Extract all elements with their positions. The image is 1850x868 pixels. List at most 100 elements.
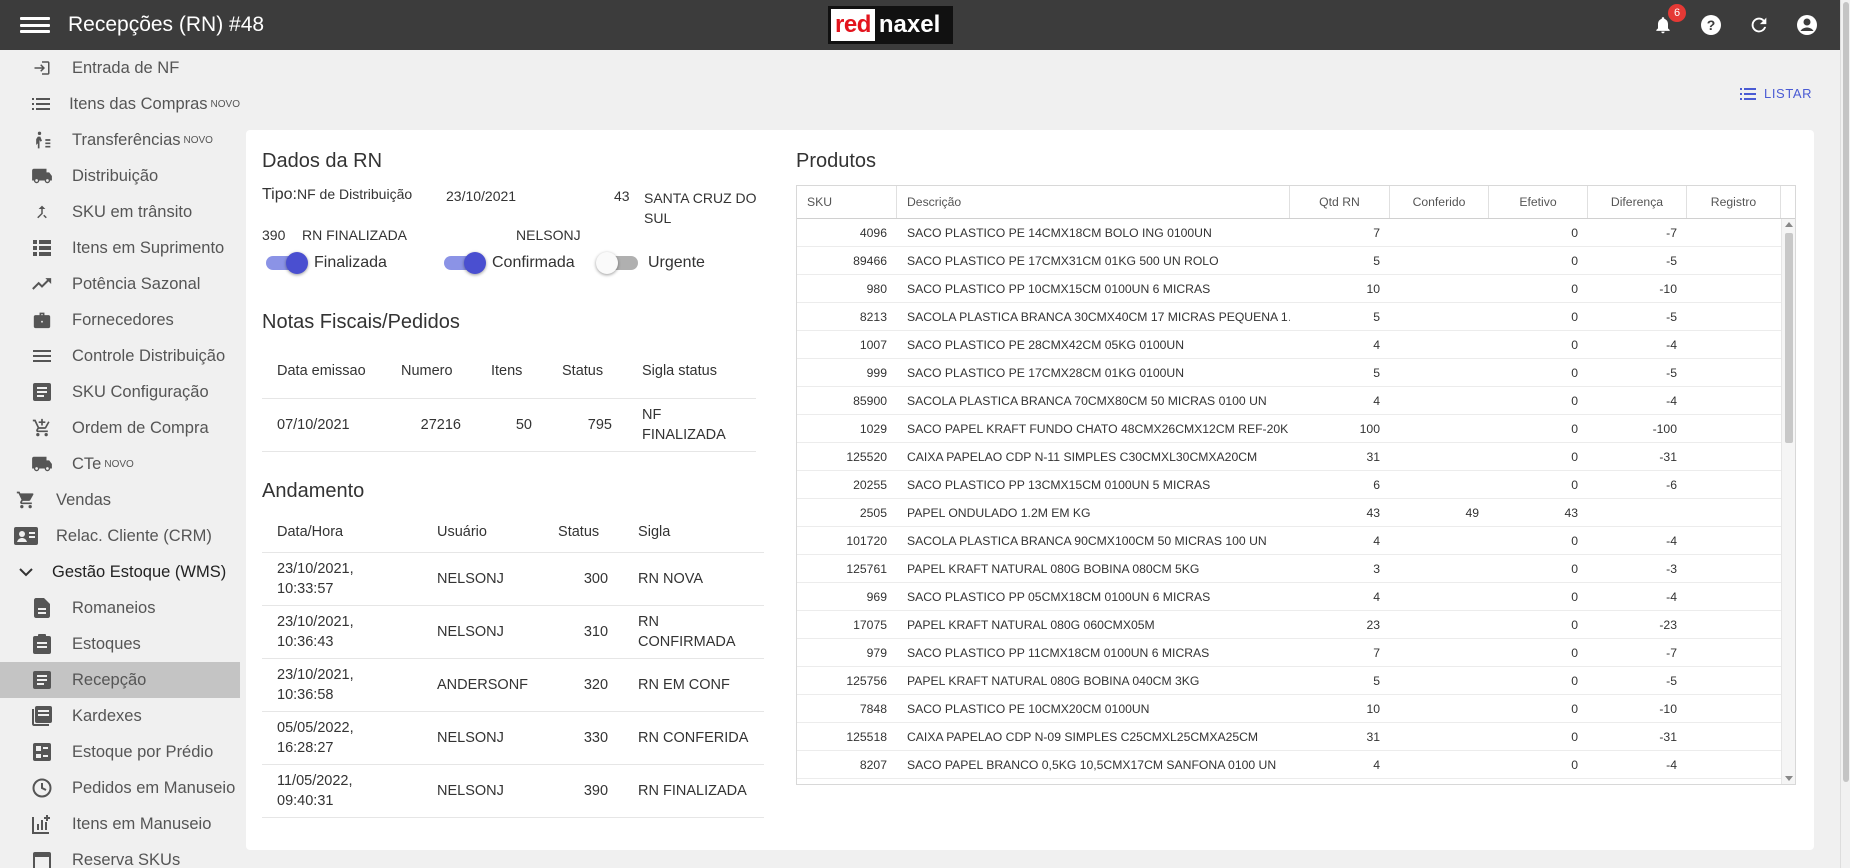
table-row[interactable]: 125520 CAIXA PAPELAO CDP N-11 SIMPLES C30… (797, 443, 1795, 471)
confirmada-toggle[interactable]: Confirmada (444, 252, 575, 274)
grid-scrollbar[interactable] (1781, 219, 1795, 784)
refresh-icon[interactable] (1746, 12, 1772, 38)
listar-button[interactable]: LISTAR (1740, 86, 1812, 101)
sidebar-item-cte[interactable]: CTe NOVO (0, 446, 240, 482)
conferido-cell (1390, 443, 1489, 470)
sidebar-item-distribui-o[interactable]: Distribuição (0, 158, 240, 194)
qtd-rn-cell: 43 (1366, 505, 1380, 520)
notifications-bell-icon[interactable]: 6 (1650, 4, 1686, 38)
scroll-down-icon[interactable] (1785, 776, 1793, 781)
sidebar-item-gest-o-estoque-wms[interactable]: Gestão Estoque (WMS) (0, 554, 240, 590)
sidebar-item-romaneios[interactable]: Romaneios (0, 590, 240, 626)
table-row[interactable]: 980 SACO PLASTICO PP 10CMX15CM 0100UN 6 M… (797, 275, 1795, 303)
table-row[interactable]: 4096 SACO PLASTICO PE 14CMX18CM BOLO ING … (797, 219, 1795, 247)
sidebar-item-relac-cliente-crm[interactable]: Relac. Cliente (CRM) (0, 518, 240, 554)
sidebar-item-transfer-ncias[interactable]: Transferências NOVO (0, 122, 240, 158)
table-row[interactable]: 7848 SACO PLASTICO PE 10CMX20CM 0100UN 10 0… (797, 695, 1795, 723)
col-qtd-rn[interactable]: Qtd RN (1290, 186, 1390, 218)
col-conferido[interactable]: Conferido (1390, 186, 1489, 218)
sidebar-item-sku-configura-o[interactable]: SKU Configuração (0, 374, 240, 410)
table-row[interactable]: 07/10/2021 27216 50 795 NF FINALIZADA (262, 398, 756, 452)
diferenca-cell: -5 (1666, 673, 1677, 688)
scroll-up-icon[interactable] (1785, 222, 1793, 227)
conferido-cell (1390, 331, 1489, 358)
table-row[interactable]: 969 SACO PLASTICO PP 05CMX18CM 0100UN 6 M… (797, 583, 1795, 611)
qtd-rn-cell: 5 (1373, 309, 1380, 324)
sidebar-item-entrada-de-nf[interactable]: Entrada de NF (0, 50, 240, 86)
table-row[interactable]: 17075 PAPEL KRAFT NATURAL 080G 060CMX05M 2… (797, 611, 1795, 639)
table-row[interactable]: 1007 SACO PLASTICO PE 28CMX42CM 05KG 0100… (797, 331, 1795, 359)
efetivo-cell: 0 (1571, 645, 1578, 660)
produtos-grid: SKU Descrição Qtd RN Conferido Efetivo D… (796, 185, 1796, 785)
sidebar-item-ordem-de-compra[interactable]: Ordem de Compra (0, 410, 240, 446)
efetivo-cell: 0 (1571, 365, 1578, 380)
sidebar-item-sku-em-tr-nsito[interactable]: SKU em trânsito (0, 194, 240, 230)
qtd-rn-cell: 7 (1373, 645, 1380, 660)
sidebar-item-vendas[interactable]: Vendas (0, 482, 240, 518)
table-row[interactable]: 979 SACO PLASTICO PP 11CMX18CM 0100UN 6 M… (797, 639, 1795, 667)
table-row[interactable]: 11/05/2022, 09:40:31 NELSONJ 390 RN FINALIZ… (262, 764, 764, 818)
table-row[interactable]: 125518 CAIXA PAPELAO CDP N-09 SIMPLES C25… (797, 723, 1795, 751)
sidebar-item-fornecedores[interactable]: Fornecedores (0, 302, 240, 338)
table-row[interactable]: 89466 SACO PLASTICO PE 17CMX31CM 01KG 500… (797, 247, 1795, 275)
diferenca-cell: -4 (1666, 393, 1677, 408)
registro-cell (1687, 723, 1781, 750)
table-row[interactable]: 85900 SACOLA PLASTICA BRANCA 70CMX80CM 50… (797, 387, 1795, 415)
andamento-data-hora: 05/05/2022, 16:28:27 (262, 711, 422, 765)
urgente-toggle[interactable]: Urgente (596, 252, 705, 274)
table-row[interactable]: 23/10/2021, 10:33:57 NELSONJ 300 RN NOVA (262, 552, 764, 606)
andamento-sigla: RN CONFERIDA (623, 711, 764, 765)
diferenca-cell: -4 (1666, 757, 1677, 772)
logo-red-text: red (831, 9, 875, 41)
help-icon[interactable]: ? (1698, 12, 1724, 38)
scroll-thumb[interactable] (1785, 233, 1793, 443)
page-scrollbar[interactable] (1840, 0, 1850, 868)
table-row[interactable]: 125761 PAPEL KRAFT NATURAL 080G BOBINA 08… (797, 555, 1795, 583)
lines-icon (30, 346, 54, 366)
table-row[interactable]: 8207 SACO PAPEL BRANCO 0,5KG 10,5CMX17CM … (797, 751, 1795, 779)
sidebar-item-itens-em-suprimento[interactable]: Itens em Suprimento (0, 230, 240, 266)
sidebar-item-reserva-skus[interactable]: Reserva SKUs (0, 842, 240, 868)
table-row[interactable]: 101720 SACOLA PLASTICA BRANCA 90CMX100CM … (797, 527, 1795, 555)
sidebar-item-pot-ncia-sazonal[interactable]: Potência Sazonal (0, 266, 240, 302)
grid-body: 4096 SACO PLASTICO PE 14CMX18CM BOLO ING … (797, 219, 1795, 779)
tipo-value: NF de Distribuição (296, 186, 413, 202)
sidebar-item-pedidos-em-manuseio[interactable]: Pedidos em Manuseio (0, 770, 240, 806)
diferenca-cell: -31 (1659, 449, 1677, 464)
sidebar-item-recep-o[interactable]: Recepção (0, 662, 240, 698)
sidebar-item-kardexes[interactable]: Kardexes (0, 698, 240, 734)
table-row[interactable]: 999 SACO PLASTICO PE 17CMX28CM 01KG 0100U… (797, 359, 1795, 387)
diferenca-cell: -4 (1666, 533, 1677, 548)
descricao-cell: SACO PLASTICO PP 13CMX15CM 0100UN 5 MICR… (907, 477, 1211, 492)
table-row[interactable]: 2505 PAPEL ONDULADO 1.2M EM KG 43 49 43 (797, 499, 1795, 527)
sidebar-item-controle-distribui-o[interactable]: Controle Distribuição (0, 338, 240, 374)
table-row[interactable]: 23/10/2021, 10:36:58 ANDERSONF 320 RN EM CO… (262, 658, 764, 712)
menu-icon[interactable] (20, 14, 50, 36)
sidebar-item-itens-das-compras[interactable]: Itens das Compras NOVO (0, 86, 240, 122)
sidebar-item-label: CTe (72, 454, 102, 473)
andamento-sigla: RN FINALIZADA (623, 764, 764, 818)
col-diferenca[interactable]: Diferença (1588, 186, 1687, 218)
table-row[interactable]: 20255 SACO PLASTICO PP 13CMX15CM 0100UN 5… (797, 471, 1795, 499)
confirmada-switch[interactable] (444, 252, 486, 274)
andamento-title: Andamento (262, 480, 365, 502)
andamento-table: Data/Hora Usuário Status Sigla 23/10/202… (262, 512, 764, 818)
table-row[interactable]: 125756 PAPEL KRAFT NATURAL 080G BOBINA 04… (797, 667, 1795, 695)
sidebar-item-estoques[interactable]: Estoques (0, 626, 240, 662)
table-row[interactable]: 23/10/2021, 10:36:43 NELSONJ 310 RN CONFIRM… (262, 605, 764, 659)
col-efetivo[interactable]: Efetivo (1489, 186, 1588, 218)
sidebar-item-estoque-por-pr-dio[interactable]: Estoque por Prédio (0, 734, 240, 770)
col-sku[interactable]: SKU (797, 186, 897, 218)
table-row[interactable]: 8213 SACOLA PLASTICA BRANCA 30CMX40CM 17 … (797, 303, 1795, 331)
account-icon[interactable] (1794, 12, 1820, 38)
table-row[interactable]: 1029 SACO PAPEL KRAFT FUNDO CHATO 48CMX26… (797, 415, 1795, 443)
sidebar-item-itens-em-manuseio[interactable]: Itens em Manuseio (0, 806, 240, 842)
urgente-switch[interactable] (596, 252, 638, 274)
rn-user: NELSONJ (516, 227, 581, 243)
finalizada-switch[interactable] (266, 252, 308, 274)
col-registro[interactable]: Registro (1687, 186, 1781, 218)
table-row[interactable]: 05/05/2022, 16:28:27 NELSONJ 330 RN CONFERI… (262, 711, 764, 765)
sidebar-item-label: SKU em trânsito (72, 202, 193, 221)
finalizada-toggle[interactable]: Finalizada (266, 252, 387, 274)
col-descricao[interactable]: Descrição (897, 186, 1290, 218)
